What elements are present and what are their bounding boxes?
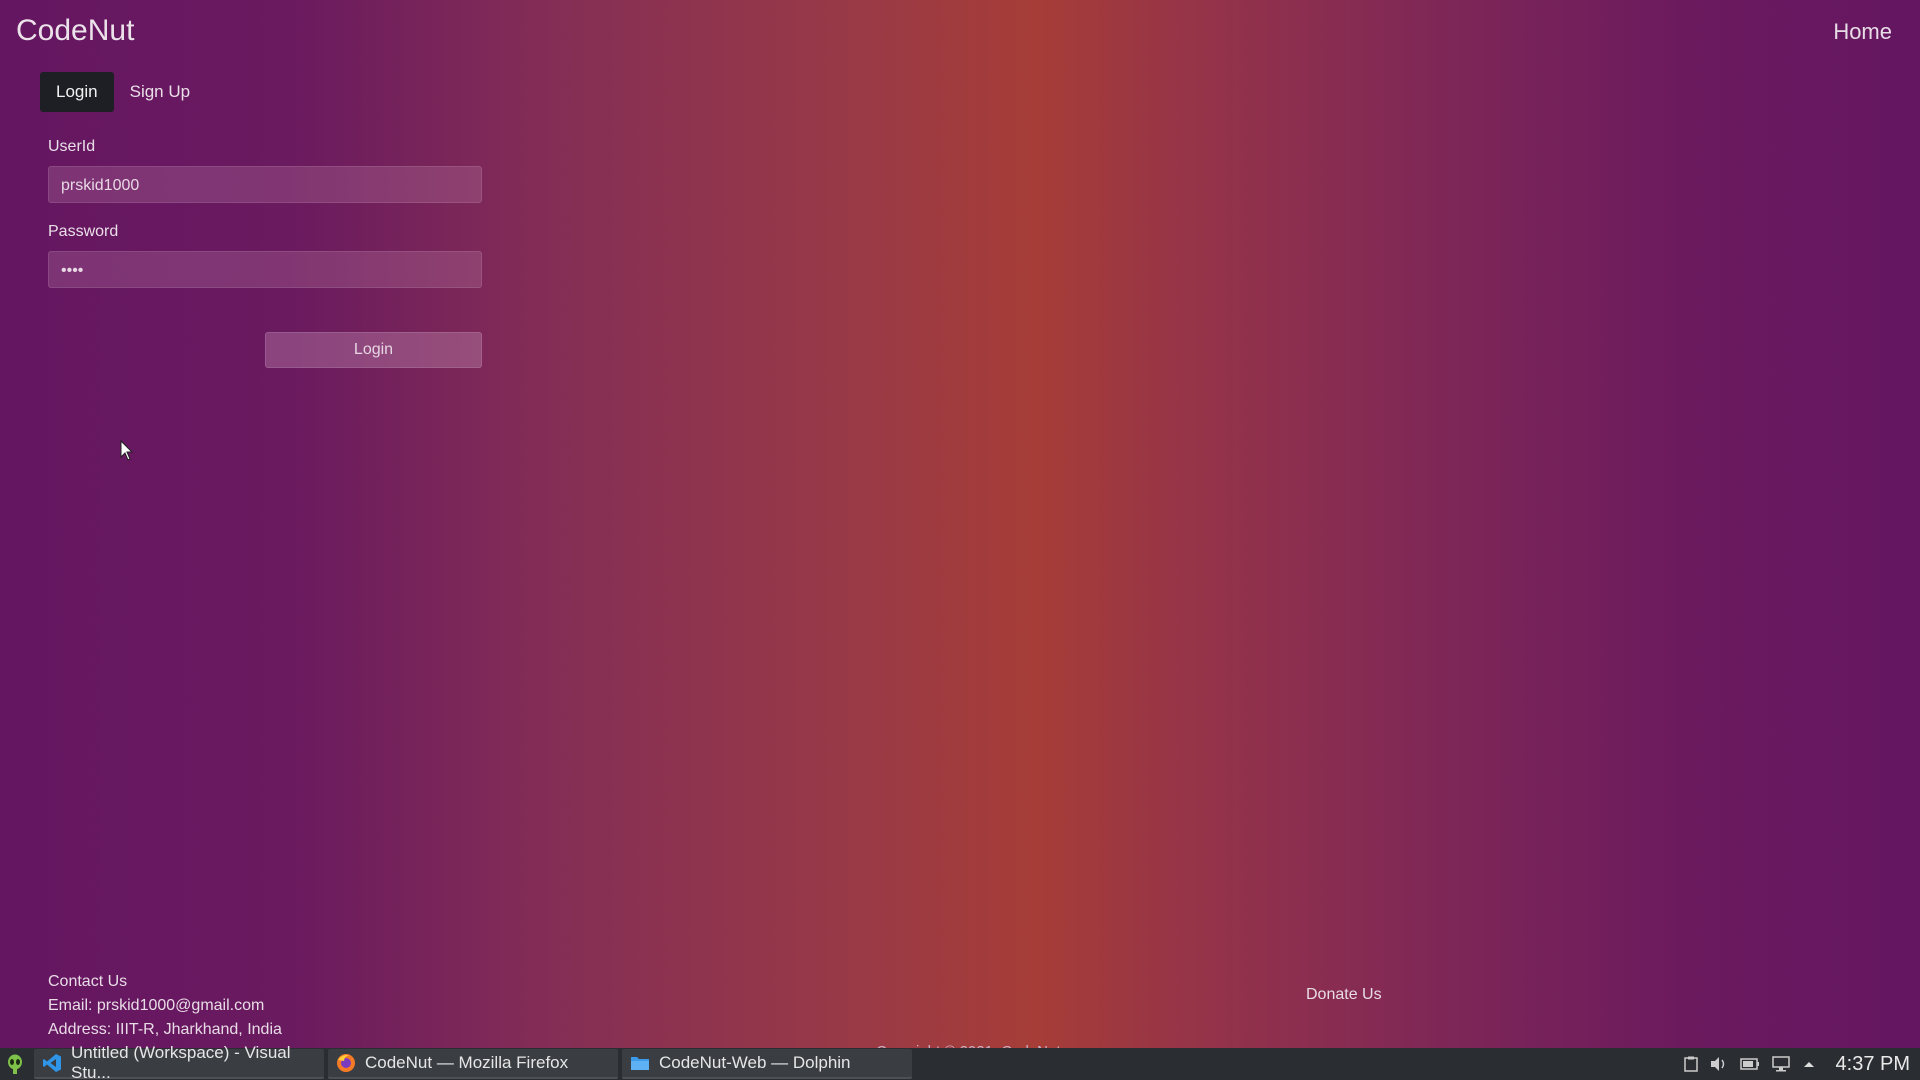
- firefox-icon: [336, 1053, 356, 1073]
- battery-icon[interactable]: [1739, 1057, 1760, 1071]
- task-dolphin[interactable]: CodeNut-Web — Dolphin: [622, 1049, 912, 1079]
- donate-link[interactable]: Donate Us: [1306, 986, 1382, 1004]
- contact-email[interactable]: Email: prskid1000@gmail.com: [48, 994, 282, 1018]
- userid-input[interactable]: prskid1000: [48, 166, 482, 203]
- system-tray: 4:37 PM: [1678, 1048, 1920, 1080]
- footer-contact: Contact Us Email: prskid1000@gmail.com A…: [48, 970, 282, 1042]
- contact-title: Contact Us: [48, 973, 128, 990]
- task-dolphin-label: CodeNut-Web — Dolphin: [659, 1053, 851, 1072]
- network-icon[interactable]: [1771, 1056, 1790, 1072]
- userid-label: UserId: [48, 138, 96, 155]
- chevron-up-icon[interactable]: [1802, 1059, 1816, 1069]
- taskbar: Untitled (Workspace) - Visual Stu... Cod…: [0, 1043, 1920, 1080]
- clipboard-icon[interactable]: [1683, 1056, 1698, 1072]
- password-input[interactable]: ••••: [48, 251, 482, 288]
- alien-icon[interactable]: [0, 1048, 30, 1080]
- clock[interactable]: 4:37 PM: [1836, 1053, 1910, 1076]
- tab-signup[interactable]: Sign Up: [114, 72, 206, 112]
- password-label: Password: [48, 223, 119, 240]
- task-vscode[interactable]: Untitled (Workspace) - Visual Stu...: [34, 1043, 324, 1080]
- login-form: UserId prskid1000 Password ••••: [48, 138, 482, 308]
- volume-icon[interactable]: [1710, 1056, 1728, 1072]
- task-vscode-label: Untitled (Workspace) - Visual Stu...: [71, 1043, 291, 1080]
- task-firefox[interactable]: CodeNut — Mozilla Firefox: [328, 1049, 618, 1079]
- contact-address: Address: IIIT-R, Jharkhand, India: [48, 1021, 282, 1038]
- login-submit-button[interactable]: Login: [265, 332, 482, 368]
- folder-icon: [630, 1054, 650, 1072]
- task-firefox-label: CodeNut — Mozilla Firefox: [365, 1053, 569, 1072]
- auth-tabs: Login Sign Up: [40, 72, 206, 112]
- vscode-icon: [42, 1053, 62, 1073]
- brand-logo[interactable]: CodeNut: [16, 14, 134, 48]
- mouse-pointer-icon: [120, 439, 134, 467]
- nav-home-link[interactable]: Home: [1833, 19, 1892, 45]
- tab-login[interactable]: Login: [40, 72, 114, 112]
